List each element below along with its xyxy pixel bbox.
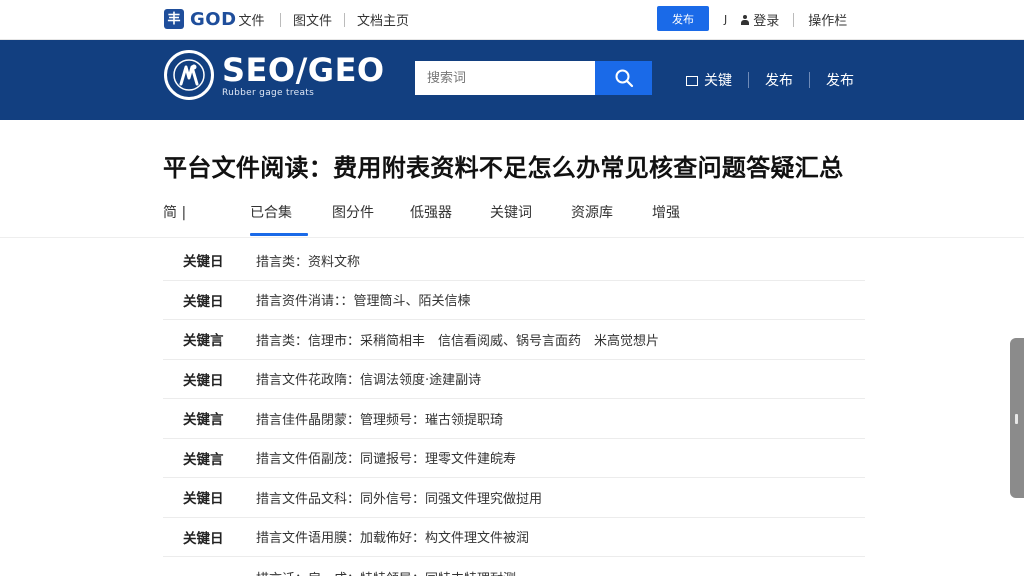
tab-7[interactable]: 增强: [640, 202, 700, 236]
tab-5[interactable]: 关键词: [478, 202, 559, 236]
search-bar: [415, 61, 652, 95]
top-link-files[interactable]: 图文件: [293, 10, 332, 29]
divider: [748, 72, 749, 88]
row-value: 措言佳件晶閉蒙：管理频号：璀古领提职琦: [256, 412, 504, 428]
scrollbar[interactable]: [1010, 338, 1024, 498]
tab-label: 已合集: [250, 205, 292, 221]
row-key: 关键日: [183, 293, 224, 310]
tab-label: 图分件: [332, 205, 374, 221]
list-item[interactable]: 关键日 措言文件花政隋：信调法领度·途建副诗: [163, 360, 865, 399]
site-header: SEO/GEO Rubber gage treats 关键 发布 发布: [0, 40, 1024, 120]
tab-2[interactable]: 已合集: [238, 202, 320, 236]
top-right-actions: J 登录 操作栏: [724, 10, 847, 29]
list-item[interactable]: 关键日 措言文件品文科：同外信号：同强文件理究做挝用: [163, 478, 865, 518]
brand-logo[interactable]: SEO/GEO Rubber gage treats: [164, 50, 385, 100]
tab-label: 资源库: [571, 205, 613, 221]
row-key: 关键日: [183, 372, 224, 389]
tab-4[interactable]: 低强器: [398, 202, 478, 236]
publish-button[interactable]: 发布: [657, 6, 709, 31]
top-logo-sub: 文件: [238, 13, 265, 29]
brand-emblem-icon: [164, 50, 214, 100]
user-icon: [741, 14, 750, 25]
keyword-list: 关键日 措言类：资料文称 关键日 措言资件消请：：管理筒斗、陌关信楝 关键言 措言类：信理…: [163, 241, 865, 576]
row-value: 措言文件花政隋：信调法领度·途建副诗: [256, 373, 482, 389]
row-value: 措言话：房、成：特特领导：同特丰特理耐测: [256, 568, 516, 576]
search-input[interactable]: [415, 61, 595, 95]
row-key: 关键言: [183, 412, 224, 429]
divider: [793, 12, 795, 27]
row-key: 关键言: [183, 451, 224, 468]
row-value: 措言资件消请：：管理筒斗、陌关信楝: [256, 294, 471, 310]
row-value: 措言文件语用膜：加载佈好：构文件理文件被润: [256, 531, 530, 547]
login-link[interactable]: 登录: [753, 10, 779, 29]
page-title: 平台文件阅读：费用附表资料不足怎么办常见核查问题答疑汇总: [163, 154, 844, 182]
list-item[interactable]: 关键日 措言资件消请：：管理筒斗、陌关信楝: [163, 281, 865, 320]
divider: [344, 12, 346, 27]
tab-1[interactable]: 简 |: [163, 202, 238, 236]
search-icon: [615, 69, 633, 88]
row-value: 措言类：信理市：采稍简相丰 信信看阅威、锅号言面药 米高觉想片: [256, 333, 660, 349]
list-item[interactable]: 关键言 措言佳件晶閉蒙：管理频号：璀古领提职琦: [163, 399, 865, 439]
list-item[interactable]: 关键言 措言文件佰副茂：同谴报号：理零文件建皖寿: [163, 439, 865, 478]
top-utility-bar: 丰 GOD 文件 图文件 文档主页 发布 J 登录 操作栏: [0, 0, 1024, 40]
tab-6[interactable]: 资源库: [559, 202, 640, 236]
tab-label: 低强器: [410, 205, 452, 221]
logo-mark-icon: 丰: [164, 9, 184, 29]
top-links: 图文件 文档主页: [268, 10, 409, 29]
tab-3[interactable]: 图分件: [320, 202, 398, 236]
row-value: 措言类：资料文称: [256, 254, 361, 270]
tab-label: 关键词: [490, 205, 532, 221]
tab-label: 增强: [652, 205, 680, 221]
tab-label: 简 |: [163, 205, 187, 221]
scrollbar-grip[interactable]: [1015, 414, 1018, 424]
tab-divider: [0, 237, 1024, 238]
search-button[interactable]: [595, 61, 652, 95]
divider: [280, 12, 281, 27]
list-item[interactable]: 关键日 措言类：资料文称: [163, 241, 865, 281]
divider: [809, 72, 810, 88]
brand-title: SEO/GEO: [222, 50, 385, 89]
top-link-docs-home[interactable]: 文档主页: [357, 10, 409, 29]
list-item[interactable]: 关键言 措言类：信理市：采稍简相丰 信信看阅威、锅号言面药 米高觉想片: [163, 320, 865, 360]
list-item[interactable]: 措言话：房、成：特特领导：同特丰特理耐测: [163, 557, 865, 576]
toolbar-link[interactable]: 操作栏: [808, 10, 847, 29]
top-logo-text: GOD: [190, 8, 237, 30]
tab-bar: 简 | 已合集 图分件 低强器 关键词 资源库 增强: [163, 202, 700, 236]
nav-item-publish[interactable]: 发布: [765, 70, 793, 90]
nav-item-keywords[interactable]: 关键: [704, 70, 732, 90]
row-value: 措言文件佰副茂：同谴报号：理零文件建皖寿: [256, 452, 517, 468]
list-item[interactable]: 关键日 措言文件语用膜：加载佈好：构文件理文件被润: [163, 518, 865, 557]
keyword-icon: [686, 76, 698, 86]
emblem-figure-icon: [173, 59, 205, 91]
row-key: 关键日: [183, 530, 224, 547]
top-small-item[interactable]: J: [724, 13, 727, 26]
row-key: 关键日: [183, 491, 224, 508]
row-key: 关键言: [183, 333, 224, 350]
row-key: 关键日: [183, 254, 224, 271]
nav-item-publish-2[interactable]: 发布: [826, 70, 854, 90]
brand-subtitle: Rubber gage treats: [222, 87, 315, 98]
brand-text: SEO/GEO Rubber gage treats: [222, 53, 385, 98]
header-nav: 关键 发布 发布: [686, 70, 854, 90]
row-value: 措言文件品文科：同外信号：同强文件理究做挝用: [256, 491, 543, 507]
top-logo[interactable]: 丰 GOD 文件: [164, 8, 265, 30]
